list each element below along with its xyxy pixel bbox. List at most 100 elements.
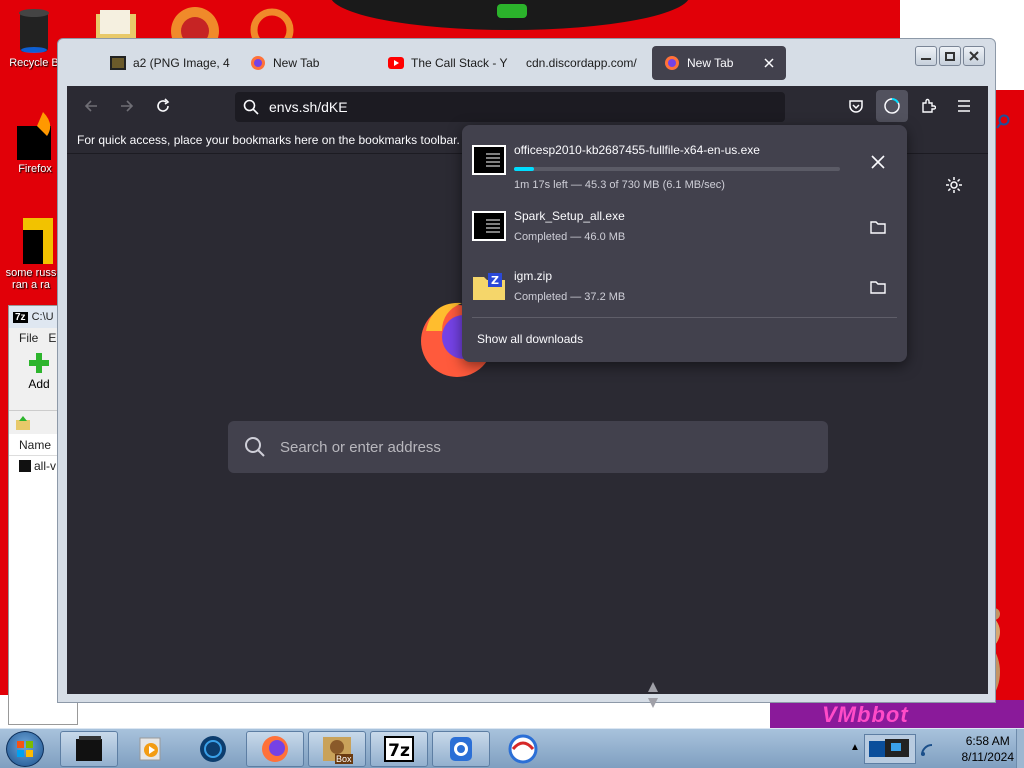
tab-label: New Tab [273, 56, 320, 70]
download-status: Completed — 46.0 MB [514, 231, 626, 243]
show-all-downloads-button[interactable]: Show all downloads [477, 332, 583, 346]
hamburger-menu-icon [958, 100, 970, 112]
folder-shortcut-icon[interactable] [94, 8, 138, 40]
list-item-label: all-v [34, 459, 57, 473]
wallpaper-shape [497, 4, 527, 18]
extensions-button[interactable] [912, 90, 944, 122]
close-icon [871, 155, 885, 169]
clock-time: 6:58 AM [965, 734, 1010, 748]
taskbar-app-7zip[interactable]: 7z [370, 731, 428, 767]
exe-file-icon [472, 145, 506, 175]
cancel-download-button[interactable] [867, 151, 889, 173]
close-window-button[interactable] [963, 46, 985, 66]
svg-text:7z: 7z [388, 741, 410, 761]
taskbar-app-spiral[interactable] [494, 731, 552, 767]
url-bar[interactable]: envs.sh/dKE [235, 92, 785, 122]
forward-arrow-icon [121, 100, 134, 112]
download-item-completed[interactable]: Spark_Setup_all.exe Completed — 46.0 MB [462, 199, 907, 259]
menu-file[interactable]: File [19, 331, 38, 345]
note-label-line2: ran a ra [12, 279, 50, 291]
exe-file-icon [472, 211, 506, 241]
tab-new-tab-1[interactable]: New Tab [238, 46, 376, 80]
show-in-folder-button[interactable] [867, 276, 889, 298]
system-tray: ▲ 6:58 AM 8/11/2024 [844, 729, 1024, 768]
taskbar-app-terminal[interactable] [60, 731, 118, 767]
reload-icon [157, 98, 170, 112]
taskbar-app-media[interactable] [122, 731, 180, 767]
globe-icon [200, 736, 226, 762]
show-desktop-button[interactable] [1016, 729, 1024, 768]
add-button[interactable]: Add [19, 348, 59, 391]
windows-logo-icon [17, 741, 33, 757]
forward-button[interactable] [111, 90, 143, 122]
url-text[interactable]: envs.sh/dKE [269, 99, 348, 115]
recycle-bin-icon [19, 9, 49, 53]
newtab-settings-button[interactable] [945, 176, 963, 197]
note-shortcut[interactable]: some russ ran a ra [2, 212, 60, 291]
newtab-search-box[interactable]: Search or enter address [228, 421, 828, 473]
image-file-icon [110, 55, 126, 71]
firefox-icon [262, 736, 288, 762]
tab-discord-cdn[interactable]: cdn.discordapp.com/ [514, 46, 652, 80]
tray-app-icon [869, 739, 909, 757]
download-filename: Spark_Setup_all.exe [514, 209, 625, 223]
file-icon [19, 460, 31, 472]
app-shortcut-icon[interactable] [170, 6, 220, 40]
pocket-icon [849, 100, 863, 113]
7zip-icon: 7z [13, 311, 28, 323]
search-icon [245, 437, 265, 457]
window-controls [915, 46, 985, 66]
back-button[interactable] [75, 90, 107, 122]
tab-new-tab-active[interactable]: New Tab [652, 46, 786, 80]
app-shortcut-icon[interactable] [250, 8, 294, 40]
note-label-line1: some russ [5, 267, 57, 279]
minimize-icon [921, 58, 931, 60]
recycle-bin-shortcut[interactable]: Recycle B [6, 6, 62, 69]
toolbar-right [840, 90, 980, 122]
minimize-button[interactable] [915, 46, 937, 66]
taskbar-app-box[interactable]: Box [308, 731, 366, 767]
downloads-panel: officesp2010-kb2687455-fullfile-x64-en-u… [462, 125, 907, 362]
taskbar: Box 7z ▲ 6:58 AM 8/11/2024 [0, 728, 1024, 768]
up-folder-icon[interactable] [15, 415, 31, 431]
7zip-title: C:\U [31, 311, 54, 323]
download-status: 1m 17s left — 45.3 of 730 MB (6.1 MB/sec… [514, 179, 725, 191]
download-item-in-progress[interactable]: officesp2010-kb2687455-fullfile-x64-en-u… [462, 133, 907, 193]
taskbar-app-blue[interactable] [432, 731, 490, 767]
tab-png-image[interactable]: a2 (PNG Image, 4 [98, 46, 238, 80]
download-item-completed[interactable]: Z igm.zip Completed — 37.2 MB [462, 259, 907, 319]
tab-strip: a2 (PNG Image, 4 New Tab The Call Stack … [98, 45, 786, 81]
navigation-toolbar: envs.sh/dKE [67, 86, 988, 126]
pocket-button[interactable] [840, 90, 872, 122]
recycle-bin-label: Recycle B [9, 57, 59, 69]
svg-text:Z: Z [491, 274, 499, 287]
close-icon [969, 51, 979, 61]
network-icon[interactable] [920, 741, 934, 757]
menu-edit[interactable]: E [48, 331, 56, 345]
firefox-shortcut[interactable]: Firefox [10, 110, 60, 175]
download-progress-fill [514, 167, 535, 171]
tray-app-button[interactable] [864, 734, 916, 764]
reload-button[interactable] [147, 90, 179, 122]
downloads-button[interactable] [876, 90, 908, 122]
tab-label: cdn.discordapp.com/ [526, 56, 637, 70]
close-tab-icon[interactable] [764, 58, 774, 68]
maximize-button[interactable] [939, 46, 961, 66]
tray-expand-icon[interactable]: ▲ [850, 742, 860, 753]
search-icon [243, 99, 259, 115]
media-player-icon [139, 737, 161, 761]
taskbar-clock[interactable]: 6:58 AM 8/11/2024 [962, 733, 1015, 765]
start-button[interactable] [6, 731, 44, 767]
box-label: Box [335, 754, 353, 764]
divider [472, 317, 897, 318]
app-menu-button[interactable] [948, 90, 980, 122]
taskbar-app-globe[interactable] [184, 731, 242, 767]
puzzle-icon [922, 98, 936, 113]
downloads-progress-icon [884, 98, 900, 114]
taskbar-app-firefox[interactable] [246, 731, 304, 767]
tab-label: New Tab [687, 56, 734, 70]
terminal-icon [76, 736, 102, 761]
folder-icon [870, 221, 886, 234]
show-in-folder-button[interactable] [867, 216, 889, 238]
tab-call-stack[interactable]: The Call Stack - Y [376, 46, 514, 80]
